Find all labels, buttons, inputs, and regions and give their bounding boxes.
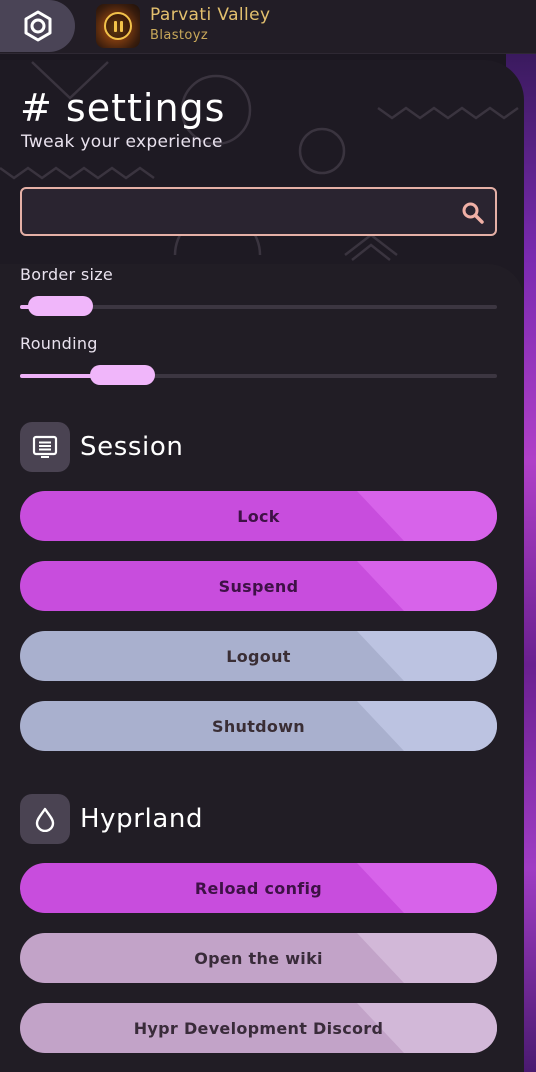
drop-icon (35, 807, 55, 832)
slider-label-border-size: Border size (20, 265, 114, 284)
slider-fill (20, 374, 92, 378)
pause-icon[interactable] (104, 12, 132, 40)
settings-panel: # settings Tweak your experience Border … (0, 60, 524, 1072)
button-label: Lock (237, 506, 280, 526)
discord-button[interactable]: Hypr Development Discord (20, 1003, 497, 1053)
section-header-session: Session (20, 422, 183, 472)
open-wiki-button[interactable]: Open the wiki (20, 933, 497, 983)
button-label: Logout (226, 646, 291, 666)
section-title-session: Session (80, 432, 184, 462)
page-subtitle: Tweak your experience (21, 132, 223, 152)
slider-thumb[interactable] (90, 365, 155, 385)
border-size-slider[interactable] (20, 296, 497, 316)
search-input[interactable] (22, 189, 442, 234)
shutdown-button[interactable]: Shutdown (20, 701, 497, 751)
track-title: Parvati Valley (150, 5, 271, 25)
button-label: Shutdown (212, 716, 305, 736)
section-header-hyprland: Hyprland (20, 794, 203, 844)
button-label: Hypr Development Discord (133, 1018, 384, 1038)
section-title-hyprland: Hyprland (80, 804, 204, 834)
section-icon (20, 422, 70, 472)
settings-toggle-button[interactable] (0, 0, 75, 52)
top-bar: Parvati Valley Blastoyz (0, 0, 536, 54)
slider-thumb[interactable] (28, 296, 93, 316)
settings-list[interactable]: Border size Rounding Session Lock Suspen… (0, 264, 524, 1072)
gear-icon (24, 10, 51, 42)
search-icon[interactable] (461, 201, 485, 225)
page-title: # settings (20, 86, 226, 130)
search-box (20, 187, 497, 236)
button-label: Suspend (218, 576, 299, 596)
list-icon (32, 435, 58, 458)
button-label: Open the wiki (194, 948, 323, 968)
lock-button[interactable]: Lock (20, 491, 497, 541)
slider-label-rounding: Rounding (20, 334, 98, 353)
rounding-slider[interactable] (20, 365, 497, 385)
album-art[interactable] (96, 4, 140, 48)
track-artist: Blastoyz (150, 28, 209, 43)
reload-config-button[interactable]: Reload config (20, 863, 497, 913)
suspend-button[interactable]: Suspend (20, 561, 497, 611)
button-label: Reload config (194, 878, 323, 898)
logout-button[interactable]: Logout (20, 631, 497, 681)
section-icon (20, 794, 70, 844)
